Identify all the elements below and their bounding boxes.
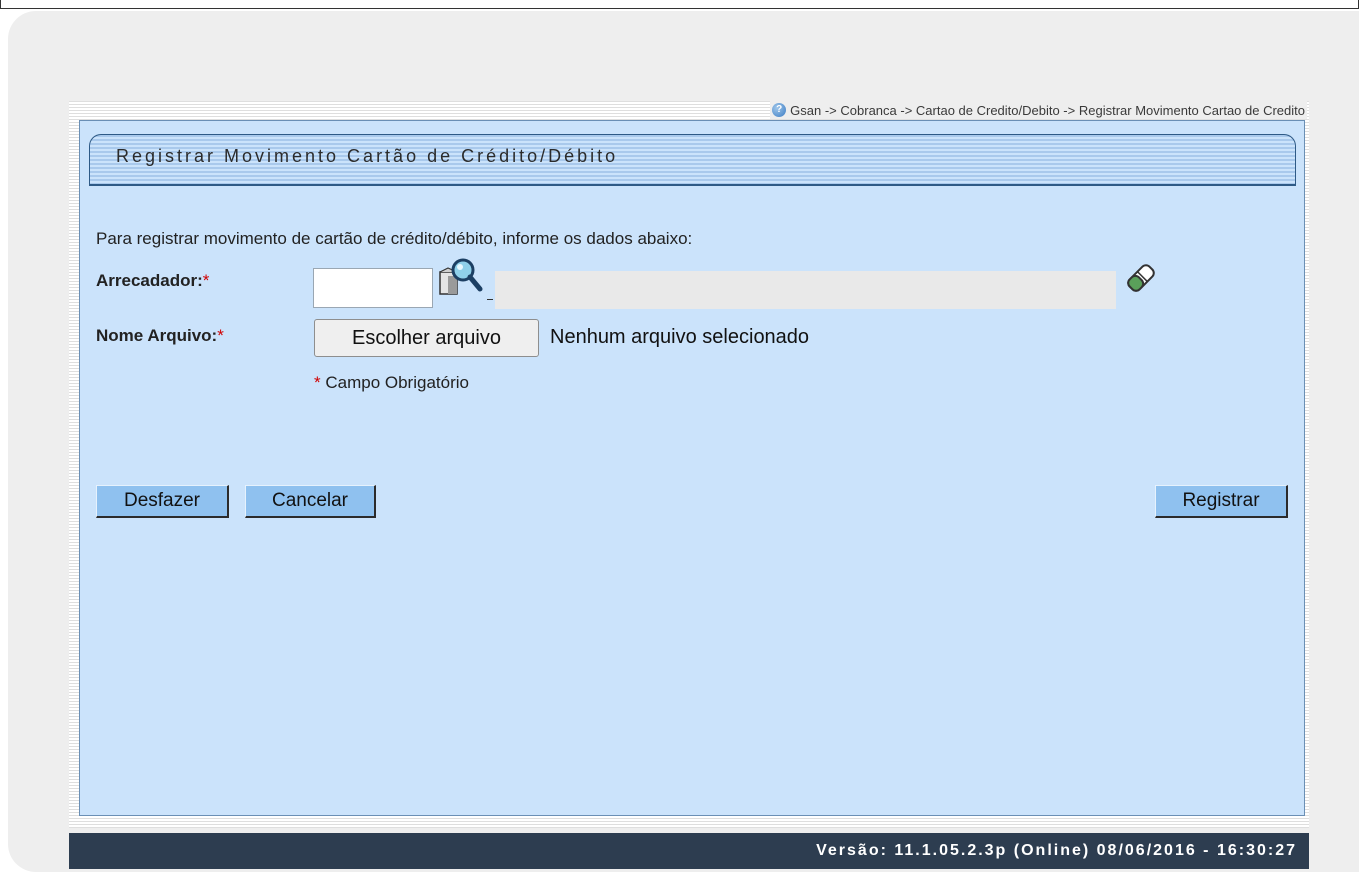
register-button[interactable]: Registrar — [1155, 485, 1288, 518]
intro-text: Para registrar movimento de cartão de cr… — [96, 229, 693, 248]
eraser-icon[interactable] — [1121, 259, 1161, 297]
nome-arquivo-label: Nome Arquivo:* — [96, 326, 224, 346]
required-marker: * — [202, 271, 210, 290]
required-note: * Campo Obrigatório — [314, 373, 469, 393]
choose-file-button[interactable]: Escolher arquivo — [314, 319, 539, 357]
required-marker: * — [217, 326, 224, 345]
window-top-border — [0, 0, 1359, 9]
arrecadador-label-text: Arrecadador: — [96, 271, 203, 290]
required-note-text: Campo Obrigatório — [325, 373, 469, 392]
description-separator — [487, 299, 493, 300]
required-note-marker: * — [314, 373, 321, 392]
file-status-text: Nenhum arquivo selecionado — [550, 326, 810, 348]
nome-arquivo-label-text: Nome Arquivo: — [96, 326, 218, 345]
cancel-button[interactable]: Cancelar — [245, 485, 376, 518]
arrecadador-code-input[interactable] — [313, 268, 433, 308]
version-footer: Versão: 11.1.05.2.3p (Online) 08/06/2016… — [69, 833, 1309, 869]
page-title: Registrar Movimento Cartão de Crédito/Dé… — [116, 146, 619, 166]
arrecadador-label: Arrecadador:* — [96, 271, 209, 291]
form-panel — [79, 120, 1305, 816]
help-icon[interactable]: ? — [772, 103, 787, 117]
breadcrumb: ? Gsan -> Cobranca -> Cartao de Credito/… — [770, 101, 1307, 119]
arrecadador-description-field — [495, 271, 1116, 309]
title-underline — [89, 184, 1296, 186]
undo-button[interactable]: Desfazer — [96, 485, 229, 518]
breadcrumb-text: Gsan -> Cobranca -> Cartao de Credito/De… — [790, 102, 1305, 118]
magnifier-search-icon[interactable] — [437, 256, 485, 302]
